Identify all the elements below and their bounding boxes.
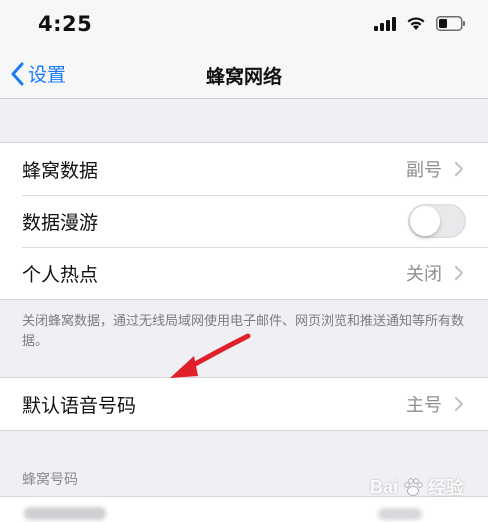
- row-value: 关闭: [406, 264, 442, 285]
- watermark-text: Bai: [369, 476, 398, 497]
- blurred-row-value: [378, 508, 422, 520]
- row-cellular-data[interactable]: 蜂窝数据 副号: [0, 143, 488, 195]
- status-icons: [374, 16, 466, 31]
- toggle-knob: [410, 206, 440, 236]
- paw-icon: [404, 478, 423, 496]
- battery-icon: [436, 16, 465, 31]
- navigation-bar: 设置 蜂窝网络: [0, 52, 488, 99]
- data-roaming-toggle[interactable]: [408, 204, 466, 238]
- page-title: 蜂窝网络: [205, 66, 282, 88]
- wifi-icon: [407, 17, 425, 30]
- chevron-right-icon: [454, 265, 464, 281]
- row-value: 主号: [406, 395, 442, 416]
- status-bar: 4:25: [0, 0, 488, 52]
- row-label: 蜂窝数据: [22, 159, 99, 182]
- cellular-settings-group: 蜂窝数据 副号 数据漫游 个人热点 关闭: [0, 142, 488, 300]
- annotation-arrow-icon: [170, 333, 251, 378]
- blurred-row-label: [24, 507, 106, 520]
- row-value: 副号: [406, 160, 442, 181]
- row-label: 数据漫游: [22, 211, 99, 234]
- chevron-right-icon: [454, 396, 464, 412]
- cellular-signal-icon: [374, 16, 396, 31]
- section-header: 蜂窝号码: [22, 472, 78, 488]
- watermark-suffix: 经验: [428, 478, 464, 498]
- chevron-right-icon: [454, 161, 464, 177]
- row-personal-hotspot[interactable]: 个人热点 关闭: [0, 247, 488, 299]
- status-time: 4:25: [38, 12, 93, 36]
- row-label: 默认语音号码: [22, 394, 137, 417]
- baidu-watermark: Bai 经验: [370, 474, 464, 500]
- row-label: 个人热点: [22, 263, 99, 286]
- row-data-roaming: 数据漫游: [0, 195, 488, 247]
